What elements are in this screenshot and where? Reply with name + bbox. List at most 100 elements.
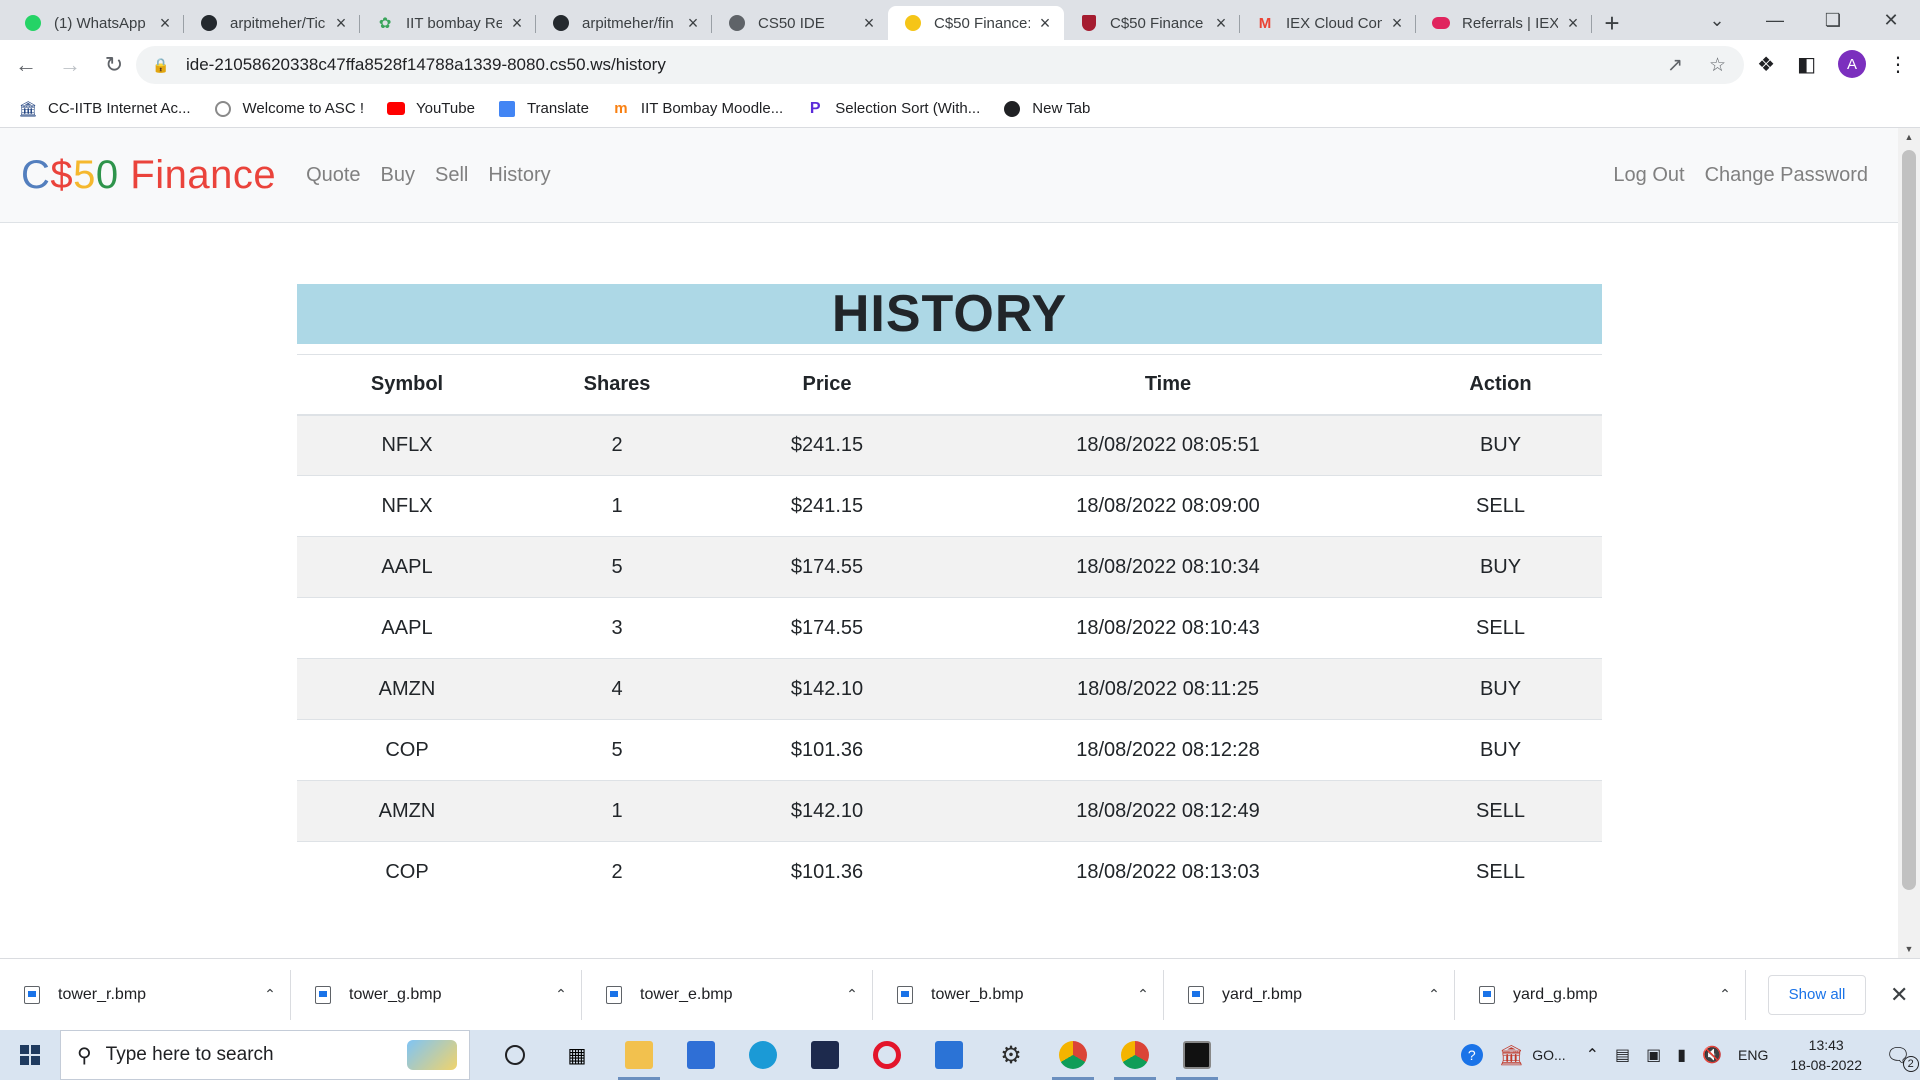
lock-icon[interactable]: 🔒 [152,57,170,74]
download-filename[interactable]: tower_e.bmp [640,986,832,1004]
nav-buy-link[interactable]: Buy [381,164,415,187]
tab-close-icon[interactable]: × [508,13,526,34]
chrome-icon[interactable] [1042,1030,1104,1080]
language-indicator[interactable]: ENG [1738,1047,1768,1063]
tray-app-label[interactable]: GO... [1532,1047,1565,1063]
bookmark-item[interactable]: YouTube [386,100,475,118]
taskbar-search-box[interactable]: ⚲ Type here to search [60,1030,470,1080]
volume-muted-icon[interactable]: 🔇 [1702,1045,1722,1065]
reload-button[interactable]: ↻ [96,47,132,83]
help-icon[interactable]: ? [1460,1044,1483,1066]
opera-icon[interactable] [856,1030,918,1080]
tab-close-icon[interactable]: × [1036,13,1054,34]
bookmark-item[interactable]: P Selection Sort (With... [805,100,980,118]
restore-button[interactable]: ❏ [1804,10,1862,31]
bookmark-star-icon[interactable]: ☆ [1709,54,1726,77]
minimize-button[interactable]: — [1746,10,1804,31]
back-button[interactable]: ← [8,47,44,83]
tab-close-icon[interactable]: × [684,13,702,34]
search-highlight-icon[interactable] [407,1040,457,1070]
close-download-shelf-icon[interactable]: ✕ [1890,982,1908,1008]
bookmark-item[interactable]: 🏛 CC-IITB Internet Ac... [18,100,190,118]
microsoft-store-icon[interactable] [670,1030,732,1080]
profile-avatar[interactable]: A [1838,50,1866,78]
bookmark-item[interactable]: m IIT Bombay Moodle... [611,100,783,118]
close-window-button[interactable]: ✕ [1862,10,1920,31]
battery-icon[interactable]: ▮ [1677,1045,1686,1065]
tab-5[interactable]: C$50 Finance: × [888,6,1064,40]
network-icon[interactable]: ▤ [1615,1045,1630,1065]
chevron-up-icon[interactable]: ⌃ [1586,1045,1599,1065]
new-tab-button[interactable]: + [1592,6,1632,40]
download-item[interactable]: tower_r.bmp ⌃ [0,969,291,1020]
show-all-downloads-button[interactable]: Show all [1768,974,1866,1015]
chevron-up-icon[interactable]: ⌃ [1123,986,1163,1003]
tab-close-icon[interactable]: × [1564,13,1582,34]
scroll-down-arrow-icon[interactable]: ▼ [1898,944,1920,954]
bank-icon[interactable]: 🏛 [1499,1043,1524,1068]
tab-close-icon[interactable]: × [1388,13,1406,34]
terminal-icon[interactable] [1166,1030,1228,1080]
powershell-icon[interactable] [794,1030,856,1080]
download-item[interactable]: tower_b.bmp ⌃ [873,969,1164,1020]
chevron-up-icon[interactable]: ⌃ [541,986,581,1003]
bookmark-item[interactable]: Welcome to ASC ! [213,100,364,118]
tab-8[interactable]: Referrals | IEX × [1416,6,1592,40]
extensions-puzzle-icon[interactable]: ❖ [1757,52,1775,77]
download-filename[interactable]: yard_g.bmp [1513,986,1705,1004]
logout-link[interactable]: Log Out [1613,164,1684,187]
tab-close-icon[interactable]: × [860,13,878,34]
download-item[interactable]: tower_e.bmp ⌃ [582,969,873,1020]
system-clock[interactable]: 13:43 18-08-2022 [1790,1035,1862,1075]
tab-close-icon[interactable]: × [156,13,174,34]
settings-gear-icon[interactable]: ⚙ [980,1030,1042,1080]
scroll-up-arrow-icon[interactable]: ▲ [1898,132,1920,142]
brand-logo[interactable]: C$50 Finance [21,153,276,198]
share-icon[interactable]: ↗ [1667,54,1683,77]
scrollbar-thumb[interactable] [1902,150,1916,890]
download-item[interactable]: tower_g.bmp ⌃ [291,969,582,1020]
download-filename[interactable]: yard_r.bmp [1222,986,1414,1004]
tab-search-icon[interactable]: ⌄ [1688,10,1746,31]
chevron-up-icon[interactable]: ⌃ [1705,986,1745,1003]
download-filename[interactable]: tower_r.bmp [58,986,250,1004]
tab-6[interactable]: C$50 Finance × [1064,6,1240,40]
url-text[interactable]: ide-21058620338c47ffa8528f14788a1339-808… [186,55,1667,75]
chrome-profile-icon[interactable] [1104,1030,1166,1080]
tab-0[interactable]: (1) WhatsApp × [8,6,184,40]
chevron-up-icon[interactable]: ⌃ [832,986,872,1003]
file-explorer-icon[interactable] [608,1030,670,1080]
display-icon[interactable]: ▣ [1646,1045,1661,1065]
cortana-icon[interactable] [484,1030,546,1080]
forward-button[interactable]: → [52,47,88,83]
mail-icon[interactable] [918,1030,980,1080]
notification-center-icon[interactable]: 🗨 2 [1876,1030,1920,1080]
tab-1[interactable]: arpitmeher/Tic × [184,6,360,40]
address-bar[interactable]: 🔒 ide-21058620338c47ffa8528f14788a1339-8… [136,46,1744,84]
tab-2[interactable]: ✿ IIT bombay Re × [360,6,536,40]
bookmark-item[interactable]: Translate [497,100,589,118]
chevron-up-icon[interactable]: ⌃ [250,986,290,1003]
tab-3[interactable]: arpitmeher/fin × [536,6,712,40]
page-scrollbar[interactable]: ▲ ▼ [1898,128,1920,958]
edge-browser-icon[interactable] [732,1030,794,1080]
nav-history-link[interactable]: History [488,164,550,187]
nav-sell-link[interactable]: Sell [435,164,468,187]
chevron-up-icon[interactable]: ⌃ [1414,986,1454,1003]
windows-start-icon[interactable] [0,1030,60,1080]
menu-kebab-icon[interactable]: ⋮ [1888,52,1908,77]
tab-close-icon[interactable]: × [332,13,350,34]
tab-4[interactable]: CS50 IDE × [712,6,888,40]
nav-quote-link[interactable]: Quote [306,164,360,187]
tab-7[interactable]: M IEX Cloud Con × [1240,6,1416,40]
tab-close-icon[interactable]: × [1212,13,1230,34]
search-placeholder[interactable]: Type here to search [106,1044,407,1066]
side-panel-icon[interactable]: ◧ [1797,52,1816,77]
task-view-icon[interactable]: ▦ [546,1030,608,1080]
download-item[interactable]: yard_g.bmp ⌃ [1455,969,1746,1020]
download-item[interactable]: yard_r.bmp ⌃ [1164,969,1455,1020]
bookmark-item[interactable]: New Tab [1002,100,1090,118]
download-filename[interactable]: tower_b.bmp [931,986,1123,1004]
download-filename[interactable]: tower_g.bmp [349,986,541,1004]
change-password-link[interactable]: Change Password [1705,164,1868,187]
